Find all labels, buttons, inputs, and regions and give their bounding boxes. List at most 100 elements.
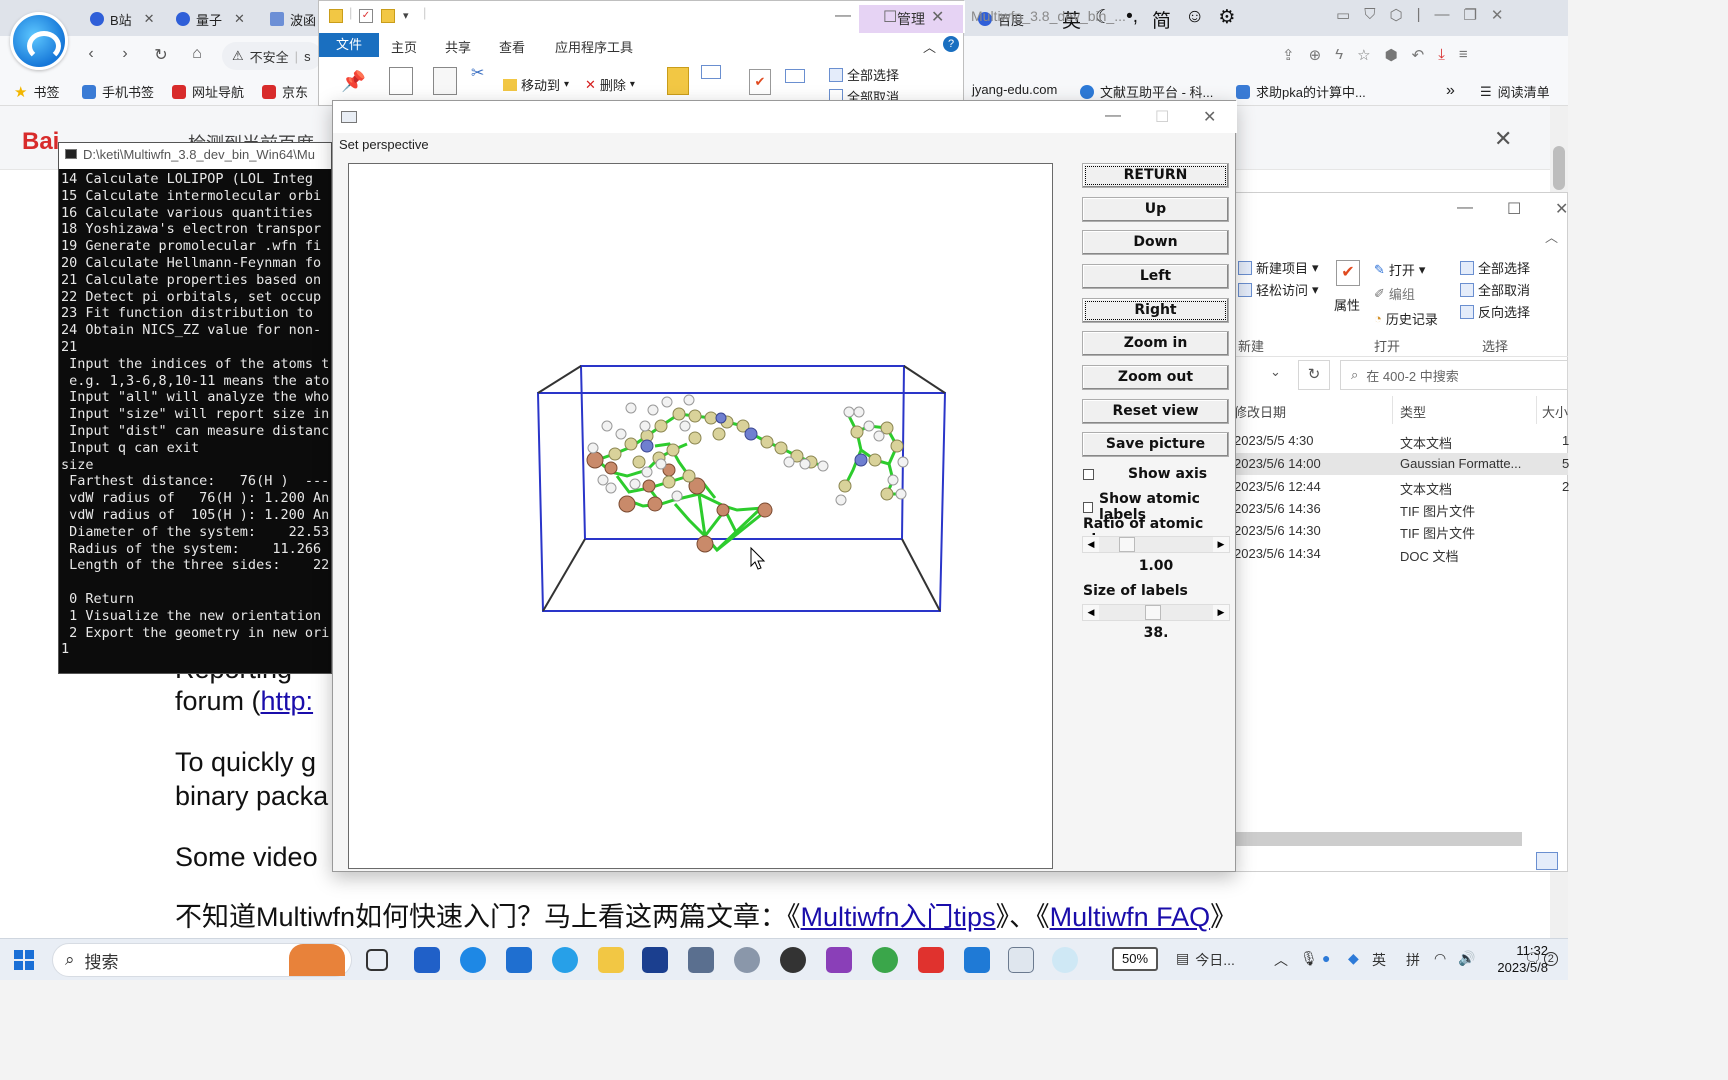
scroll-right-icon[interactable]: ▶ [1213,605,1229,620]
forward-icon[interactable]: › [114,45,136,63]
app-icon[interactable] [780,947,806,973]
restore-icon[interactable]: ❐ [1463,6,1476,24]
app-icon[interactable] [642,947,668,973]
up-button[interactable]: Up [1082,197,1229,222]
star-icon[interactable]: ☆ [1357,46,1370,64]
file-row[interactable]: 2023/5/6 12:44 文本文档 2 [1234,476,1569,498]
file-row[interactable]: 2023/5/6 14:30 TIF 图片文件 [1234,520,1568,542]
console-window[interactable]: D:\keti\Multiwfn_3.8_dev_bin_Win64\Mu 14… [58,142,332,674]
save-picture-button[interactable]: Save picture [1082,432,1229,457]
history-button[interactable]: ◔ 历史记录 [1374,309,1438,328]
properties-icon[interactable]: ✔ [1336,260,1360,286]
windows-start-icon[interactable] [14,950,34,970]
reset-view-button[interactable]: Reset view [1082,399,1229,424]
store-icon[interactable] [414,947,440,973]
properties-label[interactable]: 属性 [1334,295,1360,314]
tab-close-icon[interactable]: ✕ [234,11,245,27]
bookmark-item[interactable]: 求助pka的计算中... [1236,82,1366,101]
tab-app-tools[interactable]: 应用程序工具 [555,37,633,56]
refresh-icon[interactable]: ↻ [1298,360,1330,390]
bookmark-item[interactable]: ★ 书签 [14,82,59,101]
checkbox-box[interactable] [1083,501,1094,513]
qq-icon[interactable]: ● [1322,950,1330,966]
multiwfn-window-icon[interactable] [1008,947,1034,973]
minimize-icon[interactable]: — [1434,6,1449,24]
notification-center[interactable]: 🗨 2 [1524,950,1558,967]
move-to-button[interactable]: 移动到 ▾ [503,75,569,94]
minimize-icon[interactable]: — [1105,107,1121,125]
select-all-button[interactable]: 全部选择 [1460,258,1530,277]
mail-icon[interactable] [506,947,532,973]
molecule-app-icon[interactable] [734,947,760,973]
file-explorer-icon[interactable] [598,947,624,973]
help-icon[interactable]: ? [943,36,959,52]
pin-icon[interactable]: 📌 [341,69,366,94]
tab-view[interactable]: 查看 [499,37,525,56]
download-icon[interactable]: ⤓ [1438,46,1445,64]
tab-home[interactable]: 主页 [391,37,417,56]
new-folder-icon[interactable] [381,9,395,23]
minimize-icon[interactable]: — [835,7,851,25]
cut-icon[interactable]: ✂ [471,63,484,83]
edge-icon[interactable] [460,947,486,973]
task-view-icon[interactable] [366,949,388,971]
ime-lang-icon[interactable]: 英 [1372,950,1386,970]
wifi-icon[interactable]: ◠ [1434,950,1446,967]
browser-logo[interactable] [10,12,68,70]
lightning-icon[interactable]: ϟ [1335,46,1343,64]
home-icon[interactable]: ⌂ [186,45,208,63]
bookmark-item[interactable]: 网址导航 [172,82,244,101]
close-icon[interactable]: ✕ [1203,107,1216,127]
browser-icon[interactable] [552,947,578,973]
tab-file[interactable]: 文件 [319,33,379,57]
col-size-header[interactable]: 大小 [1542,402,1568,421]
ribbon-collapse-icon[interactable]: ︿ [1545,227,1558,246]
share-icon[interactable]: ⇪ [1282,46,1295,64]
select-all-button[interactable]: 全部选择 [829,65,899,84]
extension-icon[interactable]: ⬡ [1389,6,1402,24]
page-scroll-thumb[interactable] [1553,146,1565,190]
invert-select-button[interactable]: 反向选择 [1460,302,1530,321]
show-axis-checkbox[interactable]: Show axis [1083,466,1207,482]
bookmark-item[interactable]: 文献互助平台 - 科... [1080,82,1213,101]
ime-mode-icon[interactable]: 拼 [1406,950,1420,970]
manage-tab[interactable]: 管理 [859,5,963,33]
puzzle-icon[interactable]: ⬢ [1385,46,1398,64]
tips-link[interactable]: Multiwfn入门tips [801,902,996,932]
size-of-labels-slider[interactable]: ◀ ▶ [1082,604,1230,621]
slider-thumb[interactable] [1145,605,1161,620]
paste-icon[interactable] [433,67,457,95]
maximize-icon[interactable]: ☐ [1507,199,1521,219]
path-dropdown-icon[interactable]: ⌄ [1270,364,1281,380]
bookmarks-more-icon[interactable]: » [1446,82,1455,100]
tab-share[interactable]: 共享 [445,37,471,56]
checkbox-box[interactable] [1083,468,1094,480]
reload-icon[interactable]: ↻ [150,45,172,65]
close-icon[interactable]: ✕ [931,7,944,27]
zoom-icon[interactable]: ⊕ [1309,46,1322,64]
new-folder-icon[interactable] [667,67,689,95]
file-row[interactable]: 2023/5/6 14:34 DOC 文档 [1234,543,1568,565]
properties-large-icon[interactable]: ✔ [749,69,771,95]
punctuation-icon[interactable]: •, [1126,6,1138,33]
file-row[interactable]: 2023/5/5 4:30 文本文档 1 [1234,430,1569,452]
browser-tab[interactable]: B站 ✕ [82,6,163,32]
easy-access-button[interactable]: 轻松访问 ▾ [1238,280,1319,299]
maximize-icon[interactable]: ☐ [883,7,897,27]
news-widget[interactable]: ▤ 今日... [1176,950,1235,970]
new-item-button[interactable]: 新建项目 ▾ [1238,258,1319,277]
ime-simplified-toggle[interactable]: 简 [1152,6,1171,33]
taskbar-search[interactable]: ⌕ 搜索 [52,943,352,977]
zoom-out-button[interactable]: Zoom out [1082,365,1229,390]
explorer-hscroll-thumb[interactable] [1234,832,1522,846]
microphone-icon[interactable]: 🎙 [1300,950,1318,967]
edit-button[interactable]: ✐ 编组 [1374,284,1415,303]
properties-icon[interactable]: ✓ [359,9,373,23]
new-item-icon[interactable] [701,65,721,79]
down-button[interactable]: Down [1082,230,1229,255]
app-icon[interactable] [688,947,714,973]
file-row[interactable]: 2023/5/6 14:00 Gaussian Formatte... 5 [1234,453,1569,475]
scroll-left-icon[interactable]: ◀ [1083,537,1099,552]
delete-button[interactable]: ✕ 删除 ▾ [585,75,635,94]
zoom-in-button[interactable]: Zoom in [1082,331,1229,356]
